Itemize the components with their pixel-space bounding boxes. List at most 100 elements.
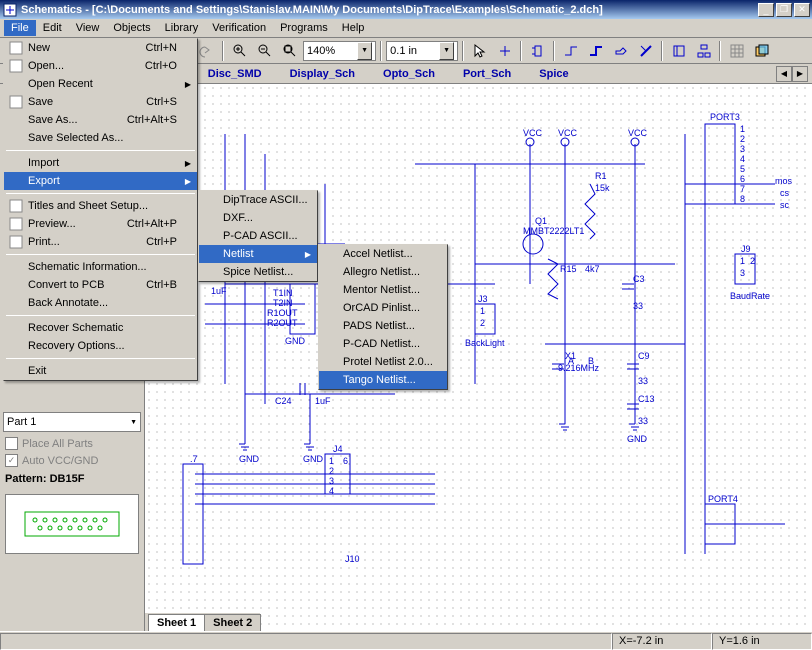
netlist-menu-tango-netlist-[interactable]: Tango Netlist...: [319, 371, 447, 389]
svg-text:8: 8: [740, 194, 745, 204]
zoom-window-icon[interactable]: [278, 40, 301, 62]
export-menu-dxf-[interactable]: DXF...: [199, 209, 317, 227]
schematic-canvas[interactable]: VCC VCC VCC C2+ C2- 1uF 1uF T1IN T2IN R1…: [145, 84, 812, 631]
lib-item[interactable]: Spice: [525, 66, 582, 82]
sheet-tab-2[interactable]: Sheet 2: [204, 614, 261, 631]
print-icon: [8, 234, 24, 250]
export-menu-netlist[interactable]: Netlist▶: [199, 245, 317, 263]
zoom-out-icon[interactable]: [253, 40, 276, 62]
svg-text:T1IN: T1IN: [273, 288, 293, 298]
zoom-in-icon[interactable]: [228, 40, 251, 62]
menu-verification[interactable]: Verification: [205, 20, 273, 36]
grid-combo[interactable]: 0.1 in▼: [386, 41, 458, 61]
hierarchy-icon[interactable]: [692, 40, 715, 62]
file-menu-save-selected-as-[interactable]: Save Selected As...: [4, 129, 197, 147]
menu-shortcut: Ctrl+O: [125, 60, 177, 72]
file-menu-titles-and-sheet-setup-[interactable]: Titles and Sheet Setup...: [4, 197, 197, 215]
export-menu-diptrace-ascii-[interactable]: DipTrace ASCII...: [199, 191, 317, 209]
netlist-menu-mentor-netlist-[interactable]: Mentor Netlist...: [319, 281, 447, 299]
menu-programs[interactable]: Programs: [273, 20, 335, 36]
netlist-menu-orcad-pinlist-[interactable]: OrCAD Pinlist...: [319, 299, 447, 317]
menu-objects[interactable]: Objects: [106, 20, 157, 36]
export-menu-spice-netlist-[interactable]: Spice Netlist...: [199, 263, 317, 281]
maximize-button[interactable]: ❐: [776, 3, 792, 17]
file-menu-recovery-options-[interactable]: Recovery Options...: [4, 337, 197, 355]
svg-text:C9: C9: [638, 351, 650, 361]
netlist-menu-p-cad-netlist-[interactable]: P-CAD Netlist...: [319, 335, 447, 353]
netlist-menu-pads-netlist-[interactable]: PADS Netlist...: [319, 317, 447, 335]
layers-icon[interactable]: [750, 40, 773, 62]
menu-edit[interactable]: Edit: [36, 20, 69, 36]
svg-text:T2IN: T2IN: [273, 298, 293, 308]
sheet-tab-1[interactable]: Sheet 1: [148, 614, 205, 631]
component-icon[interactable]: [526, 40, 549, 62]
chevron-down-icon[interactable]: ▼: [439, 42, 454, 60]
close-button[interactable]: ✕: [794, 3, 810, 17]
file-menu-export[interactable]: Export▶: [4, 172, 197, 190]
pattern-label: Pattern: DB15F: [0, 469, 144, 489]
place-all-parts-checkbox[interactable]: Place All Parts: [0, 435, 144, 452]
chevron-down-icon[interactable]: ▼: [357, 42, 372, 60]
file-menu-open-recent[interactable]: Open Recent▶: [4, 75, 197, 93]
auto-vcc-gnd-checkbox[interactable]: ✓ Auto VCC/GND: [0, 452, 144, 469]
checkbox-icon: ✓: [5, 454, 18, 467]
menu-item-label: Export: [28, 175, 60, 187]
menu-item-label: DXF...: [223, 212, 253, 224]
menu-item-label: Convert to PCB: [28, 279, 104, 291]
file-menu-save[interactable]: SaveCtrl+S: [4, 93, 197, 111]
menu-view[interactable]: View: [69, 20, 107, 36]
menu-library[interactable]: Library: [158, 20, 206, 36]
lib-next-button[interactable]: ▶: [792, 66, 808, 82]
menu-item-label: Netlist: [223, 248, 254, 260]
file-menu-import[interactable]: Import▶: [4, 154, 197, 172]
file-menu-back-annotate-[interactable]: Back Annotate...: [4, 294, 197, 312]
svg-text:33: 33: [638, 376, 648, 386]
svg-text:R2OUT: R2OUT: [267, 318, 298, 328]
part-combo[interactable]: Part 1 ▼: [3, 412, 141, 432]
zoom-combo[interactable]: 140%▼: [303, 41, 376, 61]
menu-item-label: Back Annotate...: [28, 297, 108, 309]
menubar: File Edit View Objects Library Verificat…: [0, 19, 812, 38]
menu-item-label: New: [28, 42, 50, 54]
netlist-menu-allegro-netlist-[interactable]: Allegro Netlist...: [319, 263, 447, 281]
svg-text:PORT3: PORT3: [710, 112, 740, 122]
file-menu-save-as-[interactable]: Save As...Ctrl+Alt+S: [4, 111, 197, 129]
svg-text:1: 1: [740, 256, 745, 266]
netlist-menu-accel-netlist-[interactable]: Accel Netlist...: [319, 245, 447, 263]
file-menu-convert-to-pcb[interactable]: Convert to PCBCtrl+B: [4, 276, 197, 294]
status-y: Y=1.6 in: [712, 633, 812, 650]
file-menu-preview-[interactable]: Preview...Ctrl+Alt+P: [4, 215, 197, 233]
lib-prev-button[interactable]: ◀: [776, 66, 792, 82]
grid-icon[interactable]: [725, 40, 748, 62]
lib-item[interactable]: Disc_SMD: [194, 66, 276, 82]
menu-file[interactable]: File: [4, 20, 36, 36]
export-menu-p-cad-ascii-[interactable]: P-CAD ASCII...: [199, 227, 317, 245]
svg-text:PORT4: PORT4: [708, 494, 738, 504]
bus-icon[interactable]: [584, 40, 607, 62]
preview-icon: [8, 216, 24, 232]
file-menu-new[interactable]: NewCtrl+N: [4, 39, 197, 57]
pattern-preview: [5, 494, 139, 554]
part-icon[interactable]: [667, 40, 690, 62]
file-menu-exit[interactable]: Exit: [4, 362, 197, 380]
file-menu-recover-schematic[interactable]: Recover Schematic: [4, 319, 197, 337]
file-menu-print-[interactable]: Print...Ctrl+P: [4, 233, 197, 251]
menu-help[interactable]: Help: [335, 20, 372, 36]
redo-icon[interactable]: [195, 40, 218, 62]
net-port-icon[interactable]: [609, 40, 632, 62]
lib-item[interactable]: Port_Sch: [449, 66, 525, 82]
minimize-button[interactable]: _: [758, 3, 774, 17]
menu-item-label: Open Recent: [28, 78, 93, 90]
bus-conn-icon[interactable]: [634, 40, 657, 62]
svg-text:33: 33: [633, 301, 643, 311]
svg-text:4: 4: [740, 154, 745, 164]
wire-icon[interactable]: [559, 40, 582, 62]
netlist-menu-protel-netlist-2-0-[interactable]: Protel Netlist 2.0...: [319, 353, 447, 371]
lib-item[interactable]: Opto_Sch: [369, 66, 449, 82]
lib-item[interactable]: Display_Sch: [276, 66, 369, 82]
file-menu-open-[interactable]: Open...Ctrl+O: [4, 57, 197, 75]
plus-icon[interactable]: [493, 40, 516, 62]
file-menu-schematic-information-[interactable]: Schematic Information...: [4, 258, 197, 276]
pointer-icon[interactable]: [468, 40, 491, 62]
menu-item-label: Mentor Netlist...: [343, 284, 420, 296]
